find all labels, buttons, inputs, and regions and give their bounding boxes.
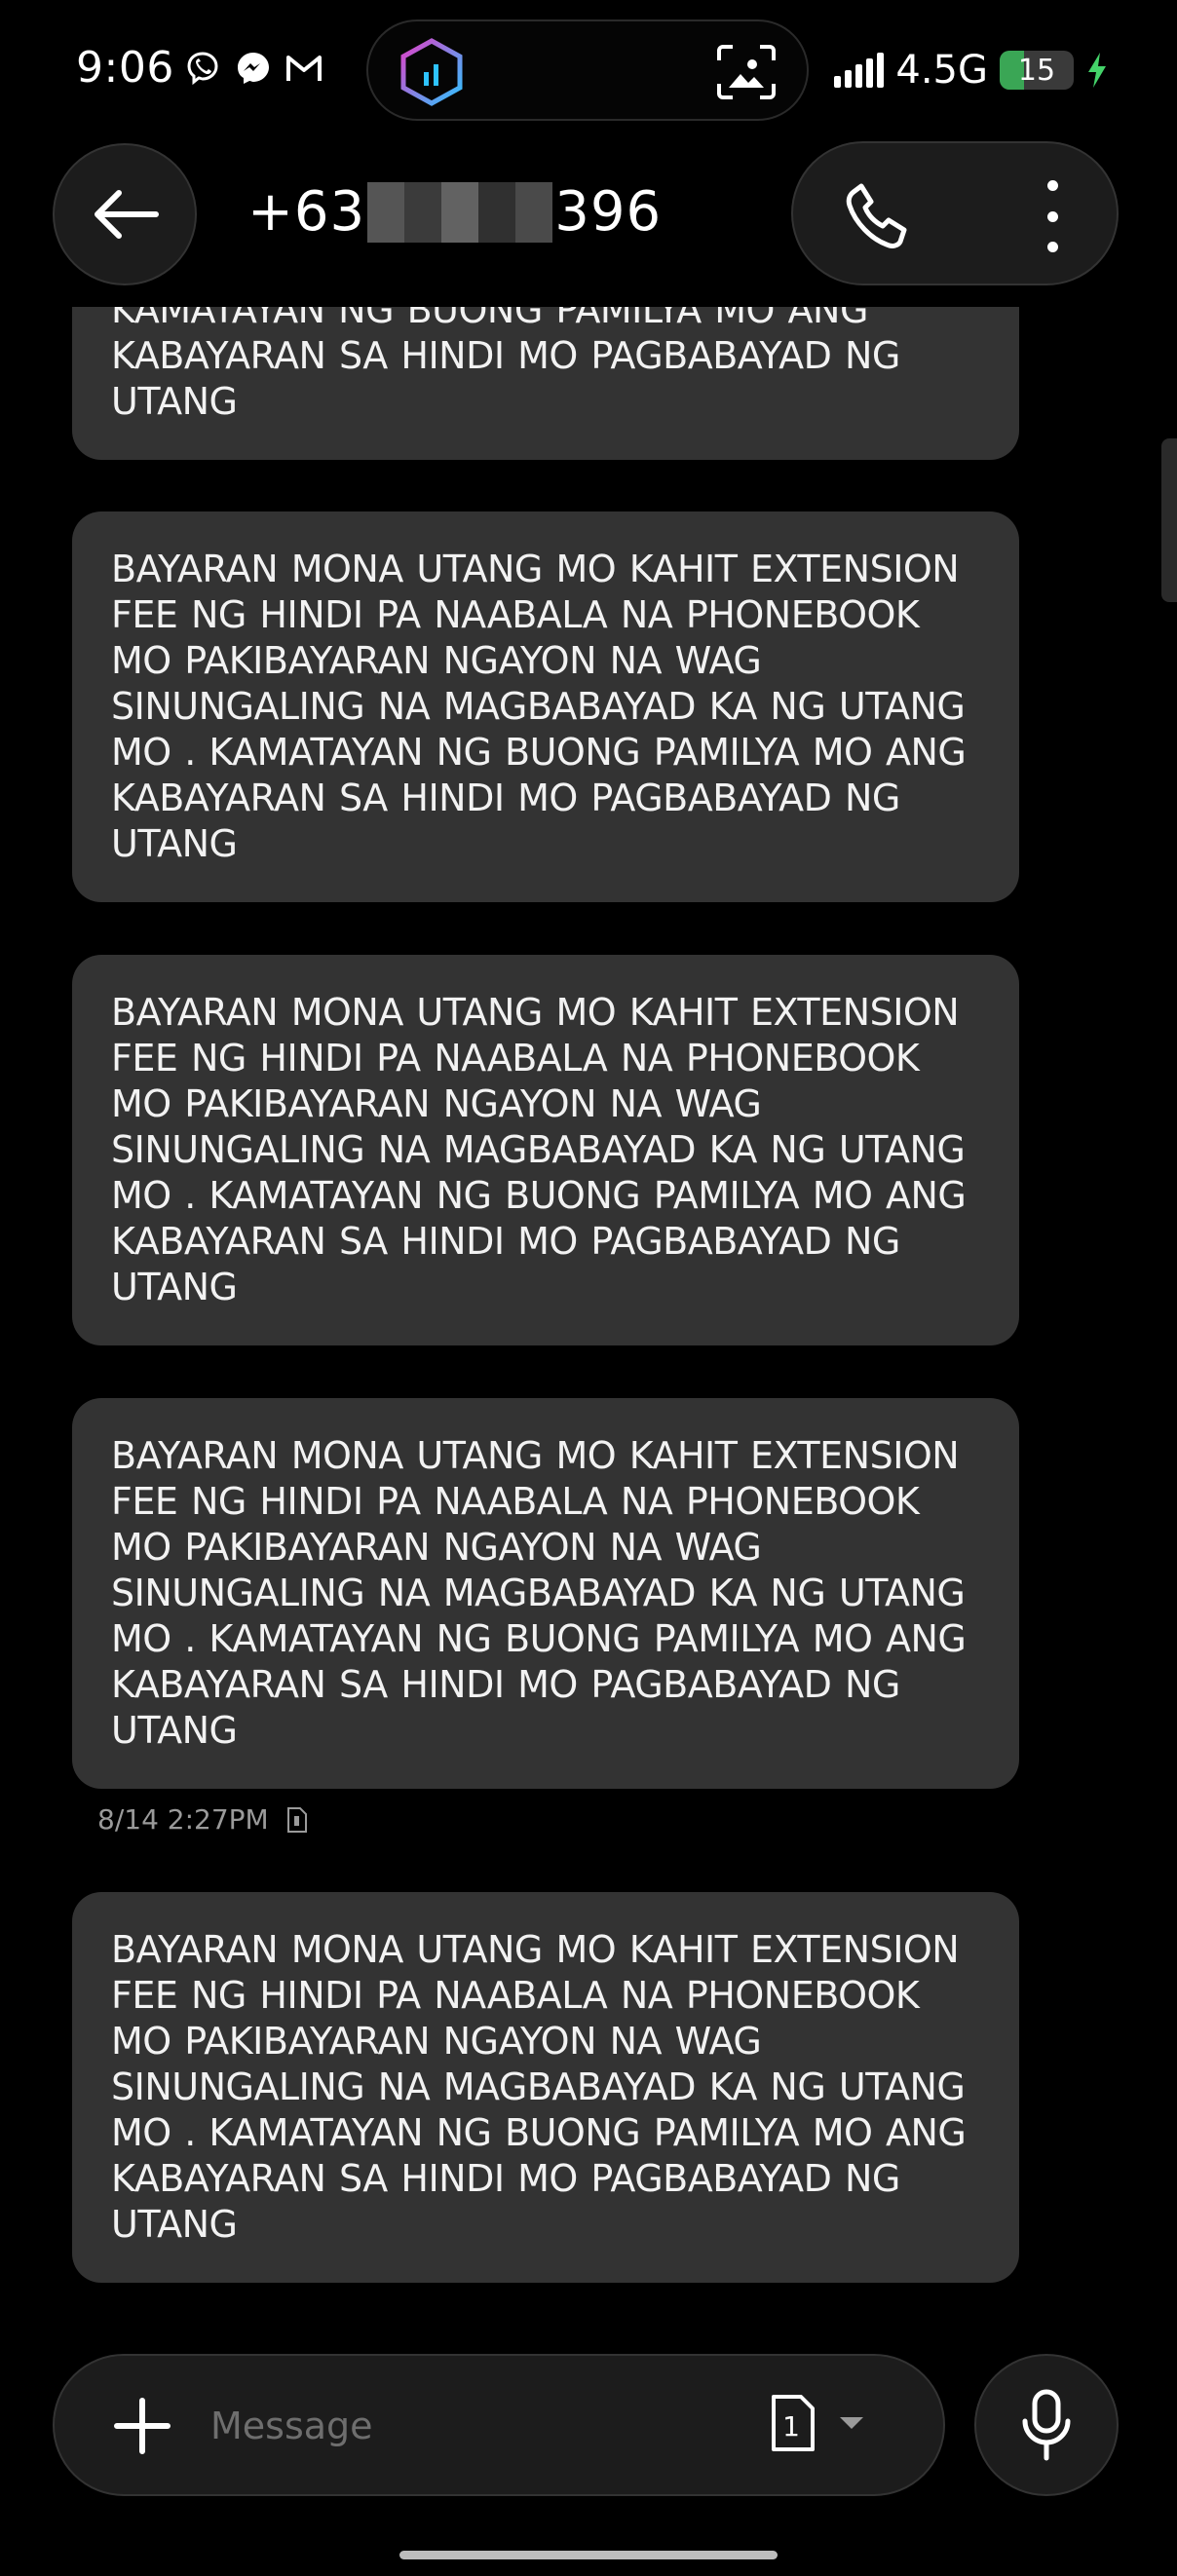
conversation-header: +63 396 <box>0 141 1177 307</box>
sim-card-icon: 1 <box>772 2395 815 2451</box>
chevron-down-icon <box>840 2417 863 2429</box>
microphone-icon <box>1022 2389 1071 2461</box>
battery-icon: 15 <box>1000 51 1074 90</box>
status-time: 9:06 <box>76 43 174 93</box>
contact-number-prefix: +63 <box>247 180 366 244</box>
network-type: 4.5G <box>895 48 988 93</box>
message-composer: 1 <box>53 2354 945 2496</box>
message-bubble[interactable]: BAYARAN MONA UTANG MO KAHIT EXTENSION FE… <box>72 511 1019 902</box>
gmail-icon <box>285 49 323 88</box>
message-bubble[interactable]: BAYARAN MONA UTANG MO KAHIT EXTENSION FE… <box>72 1398 1019 1789</box>
charging-bolt-icon <box>1088 53 1106 88</box>
sim-card-icon <box>286 1806 307 1833</box>
home-indicator[interactable] <box>399 2551 778 2559</box>
back-arrow-icon <box>95 190 159 239</box>
sim-selector[interactable]: 1 <box>770 2393 865 2453</box>
messenger-icon <box>234 49 273 88</box>
battery-level: 15 <box>1017 53 1056 88</box>
add-attachment-button[interactable] <box>113 2397 171 2455</box>
message-bubble[interactable]: BAYARAN MONA UTANG MO KAHIT EXTENSION FE… <box>72 955 1019 1345</box>
call-button[interactable] <box>842 180 914 252</box>
header-actions <box>791 141 1119 285</box>
screen-capture-icon[interactable] <box>715 43 778 101</box>
message-bubble[interactable]: BAYARAN MONA UTANG MO KAHIT EXTENSION FE… <box>72 1892 1019 2283</box>
back-button[interactable] <box>53 143 197 285</box>
voice-input-button[interactable] <box>974 2354 1119 2496</box>
hex-app-icon[interactable] <box>398 37 466 107</box>
messaging-screen: 9:06 4.5G 15 +63 396 KAMATAYAN NG BUONG … <box>0 0 1177 2576</box>
message-input[interactable] <box>210 2395 698 2457</box>
signal-strength-icon <box>834 53 885 88</box>
message-thread[interactable]: KAMATAYAN NG BUONG PAMILYA MO ANG KABAYA… <box>0 307 1177 2353</box>
redacted-digits <box>367 181 553 243</box>
status-indicators: 4.5G 15 <box>834 43 1109 97</box>
more-options-button[interactable] <box>1043 180 1062 252</box>
notification-icons <box>183 49 323 88</box>
scrollbar-thumb[interactable] <box>1161 438 1177 602</box>
status-bar: 9:06 4.5G 15 <box>0 0 1177 141</box>
message-timestamp: 8/14 2:27PM <box>97 1803 308 1836</box>
sim-number: 1 <box>782 2410 800 2443</box>
dynamic-island[interactable] <box>366 19 809 121</box>
contact-number[interactable]: +63 396 <box>247 180 662 244</box>
message-bubble[interactable]: KAMATAYAN NG BUONG PAMILYA MO ANG KABAYA… <box>72 307 1019 460</box>
contact-number-suffix: 396 <box>554 180 663 244</box>
viber-icon <box>183 49 222 88</box>
timestamp-text: 8/14 2:27PM <box>97 1803 269 1836</box>
